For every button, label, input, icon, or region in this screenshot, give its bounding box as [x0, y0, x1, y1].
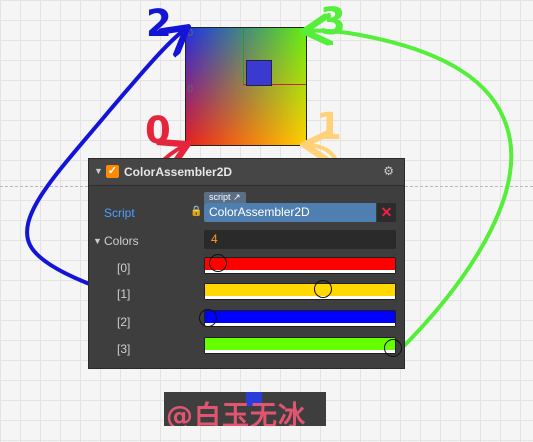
script-tag[interactable]: script ↗ — [204, 192, 246, 203]
color-gradient-preview[interactable] — [185, 27, 307, 146]
color-swatch-2[interactable] — [204, 310, 396, 327]
color-swatch-0[interactable] — [204, 257, 396, 274]
node-handle[interactable] — [246, 60, 272, 86]
watermark-text: @白玉无冰 — [166, 401, 306, 426]
color-item-label-0: [0] — [117, 261, 131, 275]
marker-circle-2 — [199, 309, 217, 327]
script-field[interactable]: ColorAssembler2D — [204, 203, 376, 222]
color-swatch-3[interactable] — [204, 337, 396, 354]
color-item-label-1: [1] — [117, 287, 131, 301]
color-swatch-1[interactable] — [204, 283, 396, 300]
corner-label-0: 0 — [145, 109, 171, 152]
marker-circle-1 — [314, 280, 332, 298]
watermark-badge: @白玉无冰 — [164, 392, 326, 426]
script-label: Script — [104, 206, 135, 220]
color-item-label-2: [2] — [117, 315, 131, 329]
colors-collapse-arrow-icon[interactable]: ▼ — [93, 236, 102, 246]
vertical-guide — [243, 28, 244, 85]
marker-circle-3 — [384, 339, 402, 357]
corner-label-2: 2 — [146, 2, 172, 45]
collapse-arrow-icon[interactable]: ▼ — [94, 166, 103, 176]
component-inspector: ▼ ✓ ColorAssembler2D ⚙ script ↗ Script 🔒… — [88, 158, 405, 369]
color-item-label-3: [3] — [117, 342, 131, 356]
ruler-number-top: 0 — [187, 28, 194, 39]
enable-checkbox[interactable]: ✓ — [106, 165, 119, 178]
ruler-number-mid: 0 — [187, 84, 194, 95]
colors-count-field[interactable]: 4 — [204, 230, 396, 249]
component-header[interactable]: ▼ ✓ ColorAssembler2D ⚙ — [89, 159, 404, 186]
corner-label-1: 1 — [316, 105, 342, 148]
marker-circle-0 — [209, 254, 227, 272]
gear-icon[interactable]: ⚙ — [383, 164, 394, 178]
component-title: ColorAssembler2D — [124, 165, 233, 179]
colors-label: Colors — [104, 234, 139, 248]
corner-label-3: 3 — [320, 0, 346, 43]
remove-script-button[interactable]: ✕ — [377, 203, 396, 222]
lock-icon[interactable]: 🔒 — [190, 206, 202, 217]
